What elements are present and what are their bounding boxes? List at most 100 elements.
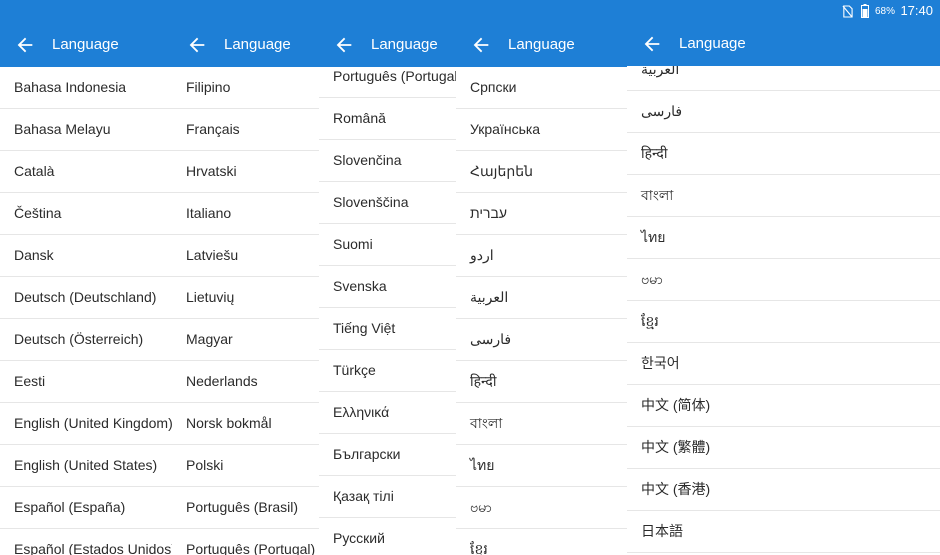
- language-item[interactable]: Română: [319, 98, 456, 140]
- language-label: Русский: [333, 530, 385, 546]
- battery-percent: 68%: [875, 6, 896, 17]
- language-label: বাংলা: [641, 187, 674, 203]
- language-item[interactable]: Dansk: [0, 235, 172, 277]
- language-item[interactable]: हिन्दी: [627, 133, 940, 175]
- language-label: Română: [333, 110, 386, 126]
- language-label: Қазақ тілі: [333, 488, 394, 504]
- language-label: Slovenčina: [333, 152, 402, 168]
- arrow-left-icon[interactable]: [470, 34, 492, 56]
- language-label: Slovenščina: [333, 194, 409, 210]
- language-item[interactable]: 日本語: [627, 511, 940, 553]
- language-item[interactable]: Eesti: [0, 361, 172, 403]
- language-item[interactable]: বাংলা: [456, 403, 627, 445]
- language-item[interactable]: Hrvatski: [172, 151, 319, 193]
- language-item[interactable]: Svenska: [319, 266, 456, 308]
- language-item[interactable]: Türkçe: [319, 350, 456, 392]
- language-item[interactable]: 中文 (简体): [627, 385, 940, 427]
- language-item[interactable]: Filipino: [172, 67, 319, 109]
- language-item[interactable]: Български: [319, 434, 456, 476]
- language-label: Hrvatski: [186, 163, 237, 179]
- language-screen-2: Language Filipino Français Hrvatski Ital…: [172, 0, 319, 555]
- language-item[interactable]: हिन्दी: [456, 361, 627, 403]
- language-list: العربية فارسی हिन्दी বাংলা ไทย ဗမာ ខ្មែរ…: [627, 66, 940, 555]
- language-item[interactable]: Српски: [456, 67, 627, 109]
- language-item[interactable]: Español (Estados Unidos): [0, 529, 172, 555]
- language-item[interactable]: Português (Portugal): [172, 529, 319, 555]
- language-label: ဗမာ: [470, 499, 492, 515]
- language-item[interactable]: Deutsch (Deutschland): [0, 277, 172, 319]
- language-label: 中文 (香港): [641, 481, 711, 497]
- language-item[interactable]: বাংলা: [627, 175, 940, 217]
- language-item[interactable]: Français: [172, 109, 319, 151]
- language-item[interactable]: 한국어: [627, 343, 940, 385]
- language-label: Português (Brasil): [186, 499, 299, 515]
- language-item[interactable]: Русский: [319, 518, 456, 555]
- arrow-left-icon[interactable]: [186, 34, 208, 56]
- language-item[interactable]: Nederlands: [172, 361, 319, 403]
- app-bar: Language: [172, 0, 319, 67]
- language-item[interactable]: العربية: [456, 277, 627, 319]
- language-item[interactable]: Bahasa Melayu: [0, 109, 172, 151]
- language-screen-1: Language Bahasa Indonesia Bahasa Melayu …: [0, 0, 172, 555]
- language-item[interactable]: Slovenščina: [319, 182, 456, 224]
- language-label: Deutsch (Österreich): [14, 331, 144, 347]
- no-sim-icon: [842, 5, 853, 18]
- language-item[interactable]: ไทย: [627, 217, 940, 259]
- language-item[interactable]: Čeština: [0, 193, 172, 235]
- language-item[interactable]: اردو: [456, 235, 627, 277]
- language-label: فارسی: [641, 103, 683, 119]
- language-item[interactable]: Italiano: [172, 193, 319, 235]
- language-item[interactable]: فارسی: [456, 319, 627, 361]
- language-item[interactable]: Português (Brasil): [172, 487, 319, 529]
- language-item[interactable]: Қазақ тілі: [319, 476, 456, 518]
- language-label: 日本語: [641, 523, 683, 539]
- language-item[interactable]: עברית: [456, 193, 627, 235]
- app-bar: 68% 17:40 Language: [627, 0, 940, 66]
- language-screen-3: Language Português (Portugal) Română Slo…: [319, 0, 456, 555]
- language-item[interactable]: Українська: [456, 109, 627, 151]
- language-item[interactable]: Ελληνικά: [319, 392, 456, 434]
- language-label: 中文 (简体): [641, 397, 711, 413]
- language-item[interactable]: Bahasa Indonesia: [0, 67, 172, 109]
- language-item[interactable]: Deutsch (Österreich): [0, 319, 172, 361]
- language-item[interactable]: ខ្មែរ: [627, 301, 940, 343]
- language-item[interactable]: Polski: [172, 445, 319, 487]
- language-item[interactable]: Lietuvių: [172, 277, 319, 319]
- language-item[interactable]: English (United Kingdom): [0, 403, 172, 445]
- language-label: हिन्दी: [470, 373, 497, 389]
- arrow-left-icon[interactable]: [333, 34, 355, 56]
- page-title: Language: [52, 36, 119, 53]
- language-label: Français: [186, 121, 240, 137]
- language-item[interactable]: ဗမာ: [627, 259, 940, 301]
- language-item[interactable]: ไทย: [456, 445, 627, 487]
- language-item[interactable]: 中文 (香港): [627, 469, 940, 511]
- arrow-left-icon[interactable]: [641, 33, 663, 55]
- language-item[interactable]: Tiếng Việt: [319, 308, 456, 350]
- language-item[interactable]: Հայերեն: [456, 151, 627, 193]
- language-item[interactable]: Português (Portugal): [319, 67, 456, 98]
- language-label: Polski: [186, 457, 224, 473]
- language-label: Norsk bokmål: [186, 415, 272, 431]
- language-item[interactable]: 中文 (繁體): [627, 427, 940, 469]
- language-item[interactable]: Slovenčina: [319, 140, 456, 182]
- language-item[interactable]: Español (España): [0, 487, 172, 529]
- language-label: Português (Portugal): [333, 68, 456, 84]
- language-item[interactable]: فارسی: [627, 91, 940, 133]
- language-item[interactable]: ខ្មែរ: [456, 529, 627, 555]
- language-label: ဗမာ: [641, 271, 663, 287]
- arrow-left-icon[interactable]: [14, 34, 36, 56]
- language-item[interactable]: Magyar: [172, 319, 319, 361]
- language-item[interactable]: Norsk bokmål: [172, 403, 319, 445]
- language-label: Magyar: [186, 331, 233, 347]
- language-label: Ελληνικά: [333, 404, 390, 420]
- language-item[interactable]: العربية: [627, 66, 940, 91]
- language-item[interactable]: Català: [0, 151, 172, 193]
- language-label: Suomi: [333, 236, 373, 252]
- battery-icon: [861, 4, 869, 18]
- language-list: Српски Українська Հայերեն עברית اردو الع…: [456, 67, 627, 555]
- language-item[interactable]: Suomi: [319, 224, 456, 266]
- language-item[interactable]: English (United States): [0, 445, 172, 487]
- language-item[interactable]: ဗမာ: [456, 487, 627, 529]
- language-label: Українська: [470, 121, 541, 137]
- language-item[interactable]: Latviešu: [172, 235, 319, 277]
